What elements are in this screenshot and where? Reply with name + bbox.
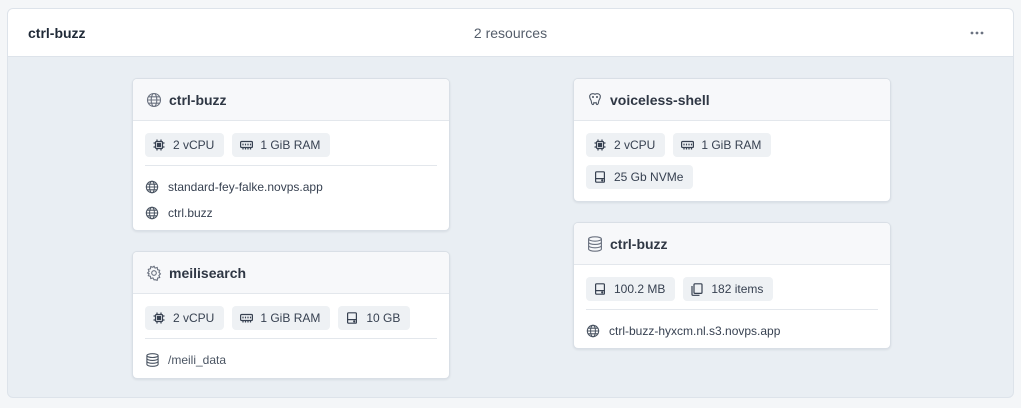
cpu-icon [153,139,165,151]
hard-drive-icon [594,283,606,295]
volume-path: /meili_data [168,353,227,367]
domain-text: standard-fey-falke.novps.app [168,180,323,194]
more-options-button[interactable] [969,25,985,41]
postgres-elephant-icon [586,91,603,108]
endpoint-text: ctrl-buzz-hyxcm.nl.s3.novps.app [609,324,781,338]
resource-card-meilisearch[interactable]: meilisearch 2 vCPU 1 GiB RAM 10 GB /meil… [132,251,450,379]
project-title[interactable]: ctrl-buzz [28,25,86,41]
cpu-label: 2 vCPU [173,138,215,152]
ram-label: 1 GiB RAM [701,138,762,152]
cpu-chip: 2 vCPU [145,306,225,330]
cpu-label: 2 vCPU [614,138,656,152]
card-title: ctrl-buzz [169,91,227,108]
ram-label: 1 GiB RAM [260,138,321,152]
files-icon [691,282,703,296]
globe-icon [586,324,600,338]
items-label: 182 items [711,282,764,296]
divider [586,309,878,310]
card-title: meilisearch [169,264,247,281]
database-icon [145,353,159,367]
domain-text: ctrl.buzz [168,206,213,220]
ram-chip: 1 GiB RAM [673,133,772,157]
card-header: ctrl-buzz [133,79,449,121]
resource-card-app[interactable]: ctrl-buzz 2 vCPU 1 GiB RAM standard-fey-… [132,78,450,231]
card-title: ctrl-buzz [610,235,668,252]
domain-link-1[interactable]: standard-fey-falke.novps.app [145,174,437,200]
size-label: 100.2 MB [614,282,666,296]
cpu-icon [594,139,606,151]
volume-row: /meili_data [145,347,437,373]
bucket-endpoint-link[interactable]: ctrl-buzz-hyxcm.nl.s3.novps.app [586,318,878,344]
globe-icon [145,206,159,220]
cpu-icon [153,312,165,324]
project-panel: ctrl-buzz 2 resources ctrl-buzz 2 vCPU 1… [7,8,1014,398]
disk-label: 10 GB [366,311,401,325]
card-title: voiceless-shell [610,91,710,108]
ram-label: 1 GiB RAM [260,311,321,325]
cpu-label: 2 vCPU [173,311,215,325]
database-icon [586,235,603,252]
card-header: meilisearch [133,252,449,294]
resource-card-bucket[interactable]: ctrl-buzz 100.2 MB 182 items ctrl-buzz-h… [573,222,891,349]
items-chip: 182 items [683,277,774,301]
disk-label: 25 Gb NVMe [614,170,684,184]
globe-icon [145,91,162,108]
resource-card-postgres[interactable]: voiceless-shell 2 vCPU 1 GiB RAM 25 Gb N… [573,78,891,202]
ram-chip: 1 GiB RAM [232,306,331,330]
divider [145,338,437,339]
memory-icon [680,139,694,151]
memory-icon [239,312,253,324]
domain-link-2[interactable]: ctrl.buzz [145,200,437,226]
project-header: ctrl-buzz 2 resources [8,9,1013,57]
card-header: voiceless-shell [574,79,890,121]
memory-icon [239,139,253,151]
disk-chip: 10 GB [338,306,411,330]
card-header: ctrl-buzz [574,223,890,265]
hard-drive-icon [594,171,606,183]
disk-chip: 25 Gb NVMe [586,165,694,189]
divider [145,165,437,166]
cpu-chip: 2 vCPU [586,133,666,157]
resource-count: 2 resources [473,25,548,41]
ram-chip: 1 GiB RAM [232,133,331,157]
more-horizontal-icon [970,31,984,35]
hard-drive-icon [346,312,358,324]
gear-icon [145,264,162,281]
size-chip: 100.2 MB [586,277,676,301]
cpu-chip: 2 vCPU [145,133,225,157]
globe-icon [145,180,159,194]
